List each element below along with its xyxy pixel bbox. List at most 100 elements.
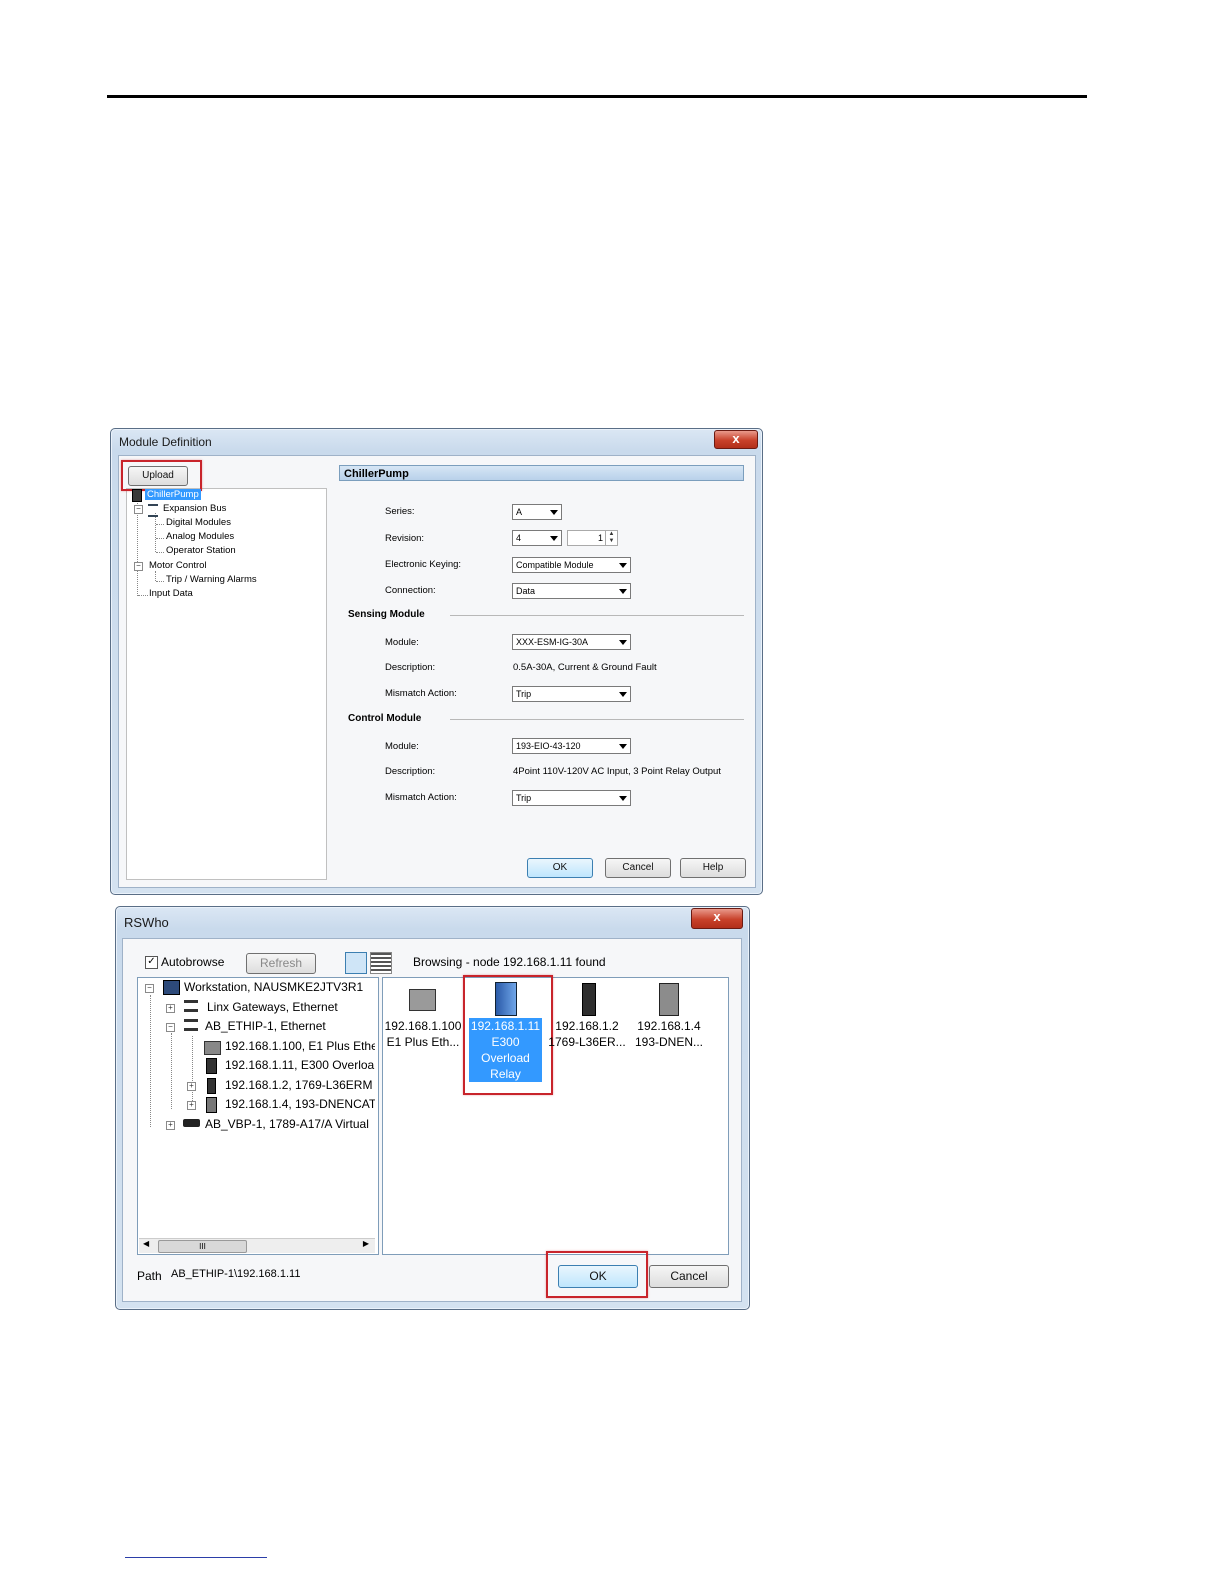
sensing-description-label: Description: bbox=[385, 662, 436, 673]
close-button[interactable]: x bbox=[714, 430, 758, 449]
ok-button[interactable]: OK bbox=[527, 858, 593, 878]
device-highlight bbox=[463, 975, 553, 1095]
scroll-thumb[interactable]: III bbox=[158, 1240, 247, 1253]
tree-item-ab-ethip[interactable]: AB_ETHIP-1, Ethernet bbox=[205, 1019, 326, 1033]
backplane-icon bbox=[183, 1119, 200, 1127]
device-address: 192.168.1.2 bbox=[555, 1019, 619, 1033]
chevron-down-icon bbox=[619, 692, 627, 697]
chevron-down-icon bbox=[550, 536, 558, 541]
expand-icon[interactable]: + bbox=[187, 1082, 196, 1091]
tree-item-motor-control[interactable]: Motor Control bbox=[149, 560, 207, 571]
keying-value: Compatible Module bbox=[516, 560, 594, 570]
horizontal-scrollbar[interactable]: ◀ III ▶ bbox=[139, 1238, 375, 1253]
tree-item-trip-warning-alarms[interactable]: Trip / Warning Alarms bbox=[166, 574, 257, 585]
revision-major-select[interactable]: 4 bbox=[512, 530, 562, 546]
control-mismatch-select[interactable]: Trip bbox=[512, 790, 631, 806]
device-icon bbox=[132, 489, 142, 502]
tree-connector bbox=[171, 1033, 172, 1109]
tree-item-chillerpump[interactable]: ChillerPump bbox=[145, 489, 201, 500]
tree-connector bbox=[156, 581, 164, 582]
refresh-button[interactable]: Refresh bbox=[246, 953, 316, 974]
collapse-icon[interactable]: − bbox=[166, 1023, 175, 1032]
sensing-mismatch-select[interactable]: Trip bbox=[512, 686, 631, 702]
tree-item-workstation[interactable]: Workstation, NAUSMKE2JTV3R1 bbox=[184, 980, 363, 994]
controller-icon bbox=[207, 1078, 216, 1094]
control-module-select[interactable]: 193-EIO-43-120 bbox=[512, 738, 631, 754]
control-mismatch-label: Mismatch Action: bbox=[385, 792, 457, 803]
spin-down-icon[interactable]: ▼ bbox=[605, 538, 617, 545]
tree-connector bbox=[192, 1036, 193, 1107]
tree-item-digital-modules[interactable]: Digital Modules bbox=[166, 517, 231, 528]
series-select[interactable]: A bbox=[512, 504, 562, 520]
upload-highlight bbox=[121, 460, 202, 491]
tree-connector bbox=[156, 552, 164, 553]
collapse-icon[interactable]: − bbox=[134, 562, 143, 571]
path-label: Path bbox=[137, 1269, 162, 1283]
page-top-rule bbox=[107, 95, 1087, 98]
control-description-value: 4Point 110V-120V AC Input, 3 Point Relay… bbox=[513, 766, 721, 777]
help-button[interactable]: Help bbox=[680, 858, 746, 878]
controller-icon bbox=[582, 983, 596, 1016]
tree-item-analog-modules[interactable]: Analog Modules bbox=[166, 531, 234, 542]
module-header: ChillerPump bbox=[339, 465, 744, 481]
scroll-right-icon[interactable]: ▶ bbox=[363, 1239, 369, 1248]
revision-label: Revision: bbox=[385, 533, 425, 544]
tree-item-expansion-bus[interactable]: Expansion Bus bbox=[163, 503, 226, 514]
scroll-left-icon[interactable]: ◀ bbox=[143, 1239, 149, 1248]
ok-button-highlight bbox=[546, 1251, 648, 1298]
sensing-module-select[interactable]: XXX-ESM-IG-30A bbox=[512, 634, 631, 650]
tree-item-ab-vbp[interactable]: AB_VBP-1, 1789-A17/A Virtual bbox=[205, 1117, 375, 1131]
device-type: E1 Plus Eth... bbox=[386, 1035, 460, 1049]
device-192-168-1-2[interactable]: 192.168.1.2 1769-L36ER... bbox=[548, 1018, 626, 1050]
tree-connector bbox=[156, 538, 164, 539]
footer-link-rule bbox=[125, 1557, 267, 1558]
tree-connector bbox=[156, 524, 164, 525]
tree-view-icon[interactable] bbox=[345, 952, 367, 974]
scroll-thumb-grip: III bbox=[199, 1242, 206, 1251]
connection-select[interactable]: Data bbox=[512, 583, 631, 599]
window-title: Module Definition bbox=[119, 435, 212, 449]
series-value: A bbox=[516, 507, 523, 517]
device-192-168-1-4[interactable]: 192.168.1.4 193-DNEN... bbox=[630, 1018, 708, 1050]
window-title: RSWho bbox=[124, 915, 169, 930]
control-description-label: Description: bbox=[385, 766, 436, 777]
expand-icon[interactable]: + bbox=[187, 1101, 196, 1110]
workstation-icon bbox=[163, 980, 180, 995]
expand-icon[interactable]: + bbox=[166, 1121, 175, 1130]
keying-select[interactable]: Compatible Module bbox=[512, 557, 631, 573]
chevron-down-icon bbox=[619, 796, 627, 801]
tree-item-node-100[interactable]: 192.168.1.100, E1 Plus Ethe bbox=[225, 1039, 375, 1053]
sensing-mismatch-label: Mismatch Action: bbox=[385, 688, 457, 699]
device-192-168-1-100[interactable]: 192.168.1.100 E1 Plus Eth... bbox=[384, 1018, 462, 1050]
control-mismatch-value: Trip bbox=[516, 793, 532, 803]
collapse-icon[interactable]: − bbox=[134, 505, 143, 514]
autobrowse-checkbox[interactable]: ✓ bbox=[145, 956, 158, 969]
sensing-module-value: XXX-ESM-IG-30A bbox=[516, 637, 589, 647]
sensing-mismatch-value: Trip bbox=[516, 689, 532, 699]
cancel-button[interactable]: Cancel bbox=[605, 858, 671, 878]
tree-item-input-data[interactable]: Input Data bbox=[149, 588, 193, 599]
tree-item-node-4[interactable]: 192.168.1.4, 193-DNENCAT bbox=[225, 1097, 375, 1111]
tree-item-operator-station[interactable]: Operator Station bbox=[166, 545, 236, 556]
device-address: 192.168.1.100 bbox=[384, 1019, 462, 1033]
tree-item-node-11[interactable]: 192.168.1.11, E300 Overloa bbox=[225, 1058, 375, 1072]
e1-plus-device-icon bbox=[204, 1041, 221, 1055]
dnencat-device-icon bbox=[206, 1097, 217, 1113]
connection-value: Data bbox=[516, 586, 536, 596]
spin-up-icon[interactable]: ▲ bbox=[605, 531, 617, 538]
list-view-icon[interactable] bbox=[370, 952, 392, 974]
cancel-button[interactable]: Cancel bbox=[649, 1265, 729, 1288]
sensing-module-label: Module: bbox=[385, 637, 419, 648]
collapse-icon[interactable]: − bbox=[145, 984, 154, 993]
close-button[interactable]: x bbox=[691, 908, 743, 929]
control-module-heading: Control Module bbox=[348, 713, 422, 724]
connection-label: Connection: bbox=[385, 585, 436, 596]
autobrowse-label: Autobrowse bbox=[161, 955, 225, 969]
chevron-down-icon bbox=[619, 744, 627, 749]
revision-minor-value: 1 bbox=[597, 533, 603, 543]
revision-minor-spinner[interactable]: 1 ▲ ▼ bbox=[567, 530, 618, 546]
tree-item-node-2[interactable]: 192.168.1.2, 1769-L36ERM bbox=[225, 1078, 375, 1092]
device-address: 192.168.1.4 bbox=[637, 1019, 701, 1033]
tree-item-linx-gateways[interactable]: Linx Gateways, Ethernet bbox=[207, 1000, 338, 1014]
expand-icon[interactable]: + bbox=[166, 1004, 175, 1013]
